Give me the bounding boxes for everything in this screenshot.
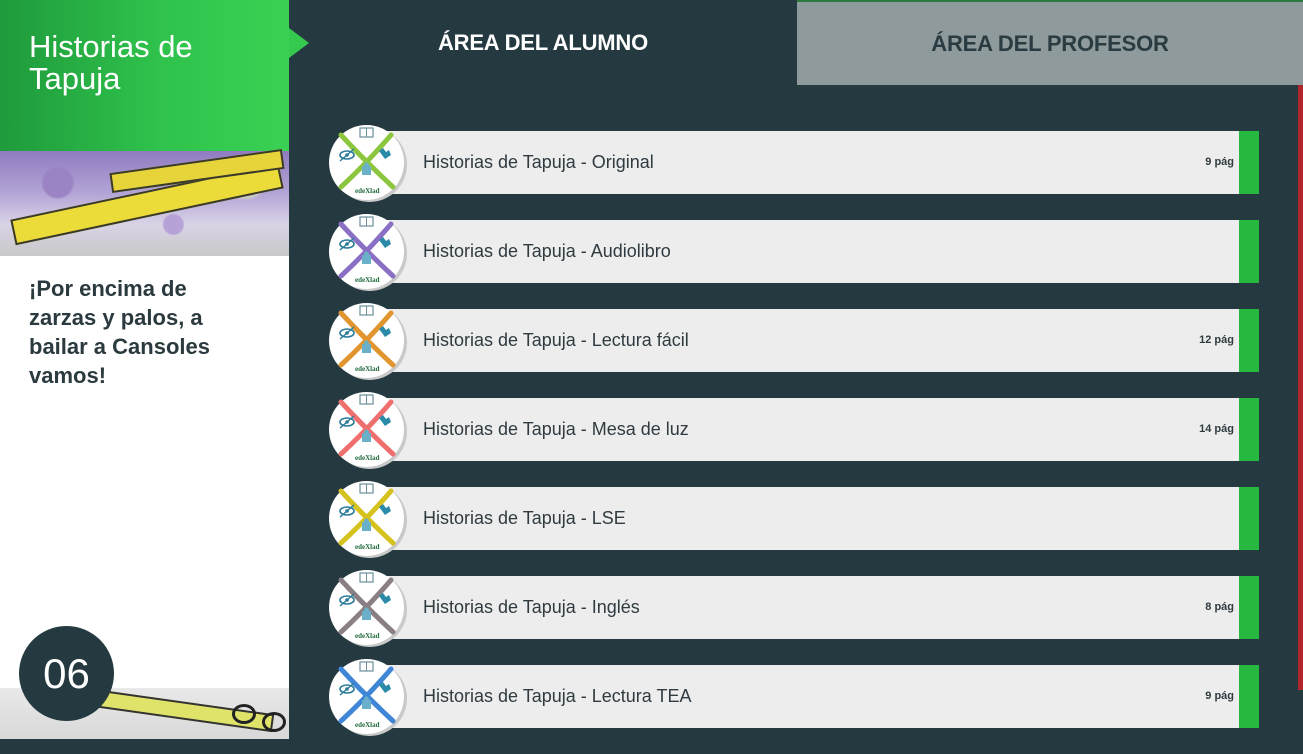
list-item-label: Historias de Tapuja - LSE: [423, 508, 626, 528]
list-item[interactable]: edeXlad Historias de Tapuja - Lectura TEA…: [329, 659, 1259, 734]
book-subtitle: ¡Por encima de zarzas y palos, a bailar …: [29, 276, 210, 388]
svg-text:edeXlad: edeXlad: [355, 365, 380, 373]
page-count: 12 pág: [1199, 334, 1234, 346]
tab-student-area[interactable]: ÁREA DEL ALUMNO: [289, 0, 797, 85]
edexlad-logo-icon: edeXlad: [329, 392, 404, 467]
svg-text:edeXlad: edeXlad: [355, 543, 380, 551]
edexlad-logo-icon: edeXlad: [329, 214, 404, 289]
svg-text:edeXlad: edeXlad: [355, 276, 380, 284]
book-title: Historias de Tapuja: [29, 29, 193, 96]
open-item-tab[interactable]: [1239, 487, 1259, 550]
list-item-label: Historias de Tapuja - Lectura fácil: [423, 330, 689, 350]
svg-text:edeXlad: edeXlad: [355, 632, 380, 640]
edexlad-logo-icon: edeXlad: [329, 125, 404, 200]
svg-text:edeXlad: edeXlad: [355, 187, 380, 195]
open-item-tab[interactable]: [1239, 131, 1259, 194]
list-item[interactable]: edeXlad Historias de Tapuja - Inglés 8 pág: [329, 570, 1259, 645]
title-pointer-arrow: [289, 28, 309, 58]
book-panel: Historias de Tapuja ¡Por encima de zarza…: [0, 0, 289, 739]
page-count: 9 pág: [1205, 690, 1234, 702]
book-illustration-top: [0, 148, 289, 256]
list-item-label: Historias de Tapuja - Audiolibro: [423, 241, 671, 261]
title-box: Historias de Tapuja: [0, 0, 289, 151]
page-count: 14 pág: [1199, 423, 1234, 435]
svg-text:edeXlad: edeXlad: [355, 454, 380, 462]
edexlad-logo-icon: edeXlad: [329, 659, 404, 734]
list-item[interactable]: edeXlad Historias de Tapuja - Mesa de luz…: [329, 392, 1259, 467]
list-item-label: Historias de Tapuja - Mesa de luz: [423, 419, 689, 439]
book-number-badge: 06: [19, 626, 114, 721]
list-item[interactable]: edeXlad Historias de Tapuja - LSE: [329, 481, 1259, 556]
edexlad-logo-icon: edeXlad: [329, 570, 404, 645]
list-item[interactable]: edeXlad Historias de Tapuja - Lectura fác…: [329, 303, 1259, 378]
scroll-edge-indicator: [1298, 85, 1303, 690]
page-count: 8 pág: [1205, 601, 1234, 613]
tab-teacher-area[interactable]: ÁREA DEL PROFESOR: [797, 2, 1303, 85]
open-item-tab[interactable]: [1239, 665, 1259, 728]
open-item-tab[interactable]: [1239, 398, 1259, 461]
list-item-label: Historias de Tapuja - Lectura TEA: [423, 686, 692, 706]
svg-text:edeXlad: edeXlad: [355, 721, 380, 729]
list-item[interactable]: edeXlad Historias de Tapuja - Original 9 p…: [329, 125, 1259, 200]
page-count: 9 pág: [1205, 156, 1234, 168]
list-item[interactable]: edeXlad Historias de Tapuja - Audiolibro: [329, 214, 1259, 289]
edexlad-logo-icon: edeXlad: [329, 303, 404, 378]
open-item-tab[interactable]: [1239, 576, 1259, 639]
open-item-tab[interactable]: [1239, 220, 1259, 283]
version-list: edeXlad Historias de Tapuja - Original 9 p…: [329, 125, 1259, 754]
list-item-label: Historias de Tapuja - Original: [423, 152, 654, 172]
edexlad-logo-icon: edeXlad: [329, 481, 404, 556]
open-item-tab[interactable]: [1239, 309, 1259, 372]
list-item-label: Historias de Tapuja - Inglés: [423, 597, 640, 617]
